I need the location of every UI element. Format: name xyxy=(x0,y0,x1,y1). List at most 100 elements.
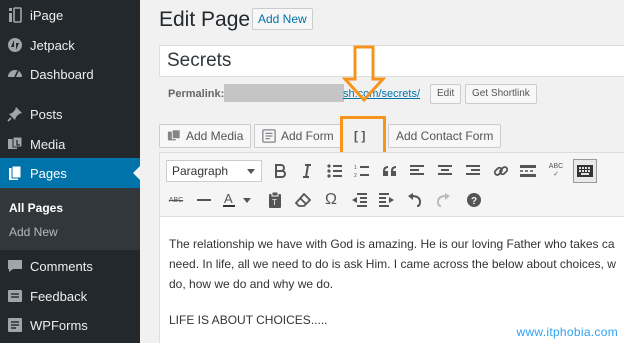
align-right-button[interactable] xyxy=(461,159,485,183)
sidebar-item-label: Jetpack xyxy=(30,37,75,53)
decrease-indent-button[interactable] xyxy=(347,188,371,212)
ipage-icon xyxy=(6,6,24,24)
horizontal-line-button[interactable] xyxy=(192,188,216,212)
omega-icon: Ω xyxy=(325,191,337,208)
undo-button[interactable] xyxy=(403,188,427,212)
pages-submenu: All Pages Add New xyxy=(0,188,140,250)
indent-icon xyxy=(379,193,394,207)
add-new-button[interactable]: Add New xyxy=(252,8,313,30)
read-more-button[interactable] xyxy=(516,159,540,183)
strikethrough-icon: ABC xyxy=(168,196,184,204)
align-left-button[interactable] xyxy=(405,159,429,183)
align-center-icon xyxy=(438,165,452,175)
sidebar-item-pages[interactable]: Pages xyxy=(0,158,140,188)
keyboard-icon xyxy=(577,165,593,177)
content-editor: Paragraph 12 ABC ✓ ABC A T Ω ? The relat… xyxy=(159,152,624,343)
align-left-icon xyxy=(410,165,424,175)
add-media-button[interactable]: Add Media xyxy=(159,124,252,148)
media-icon xyxy=(167,129,181,143)
permalink-label: Permalink: xyxy=(168,88,225,100)
sidebar-item-media[interactable]: Media xyxy=(0,129,140,159)
spellcheck-icon: ABC ✓ xyxy=(548,163,564,178)
text-color-button[interactable]: A xyxy=(220,188,254,212)
add-contact-form-label: Add Contact Form xyxy=(396,129,494,143)
editor-toolbar: Paragraph 12 ABC ✓ ABC A T Ω ? xyxy=(160,153,624,217)
get-shortlink-button[interactable]: Get Shortlink xyxy=(465,84,537,104)
italic-button[interactable] xyxy=(295,159,319,183)
text-color-icon: A xyxy=(223,192,251,207)
insert-link-button[interactable] xyxy=(489,159,513,183)
sidebar-item-label: Pages xyxy=(30,165,67,181)
add-contact-form-button[interactable]: Add Contact Form xyxy=(388,124,502,148)
clipboard-icon: T xyxy=(269,192,281,208)
sidebar-item-label: iPage xyxy=(30,7,64,23)
special-character-button[interactable]: Ω xyxy=(319,188,343,212)
strikethrough-button[interactable]: ABC xyxy=(164,188,188,212)
sidebar-item-label: Media xyxy=(30,136,66,152)
spellcheck-button[interactable]: ABC ✓ xyxy=(544,159,568,183)
svg-text:?: ? xyxy=(471,196,477,207)
redo-button[interactable] xyxy=(431,188,455,212)
shortcode-button[interactable]: [ ] xyxy=(354,129,365,143)
sidebar-item-label: Dashboard xyxy=(30,66,94,82)
eraser-icon xyxy=(295,193,311,207)
sidebar-item-jetpack[interactable]: Jetpack xyxy=(0,30,140,60)
sidebar-item-label: Comments xyxy=(30,258,93,274)
feedback-icon xyxy=(6,287,24,305)
sidebar-item-feedback[interactable]: Feedback xyxy=(0,281,140,311)
bulleted-list-button[interactable] xyxy=(323,159,347,183)
link-icon xyxy=(493,166,509,176)
toolbar-toggle-button[interactable] xyxy=(573,159,597,183)
outdent-icon xyxy=(352,193,367,207)
wpforms-icon xyxy=(6,316,24,334)
svg-text:1: 1 xyxy=(354,165,357,171)
paste-as-text-button[interactable]: T xyxy=(263,188,287,212)
italic-icon xyxy=(303,164,311,178)
svg-text:A: A xyxy=(224,192,233,206)
clear-formatting-button[interactable] xyxy=(291,188,315,212)
add-form-label: Add Form xyxy=(281,129,334,143)
sidebar-item-label: WPForms xyxy=(30,317,88,333)
numbered-list-icon: 12 xyxy=(354,165,369,178)
align-right-icon xyxy=(466,165,480,175)
horizontal-line-icon xyxy=(197,199,211,201)
quote-icon xyxy=(383,166,396,176)
sidebar-item-wpforms[interactable]: WPForms xyxy=(0,310,140,340)
post-title-input[interactable]: Secrets xyxy=(159,45,624,77)
content-line: The relationship we have with God is ama… xyxy=(169,237,615,251)
submenu-item-all-pages[interactable]: All Pages xyxy=(9,201,63,215)
sidebar-item-comments[interactable]: Comments xyxy=(0,251,140,281)
post-title-text: Secrets xyxy=(167,50,232,71)
form-icon xyxy=(262,129,276,143)
sidebar-item-ipage[interactable]: iPage xyxy=(0,0,140,30)
align-center-button[interactable] xyxy=(433,159,457,183)
sidebar-item-dashboard[interactable]: Dashboard xyxy=(0,59,140,89)
bold-icon xyxy=(275,164,286,178)
pages-icon xyxy=(6,164,24,182)
jetpack-icon xyxy=(6,36,24,54)
format-select-value: Paragraph xyxy=(172,164,229,178)
media-icon xyxy=(6,135,24,153)
sidebar-item-posts[interactable]: Posts xyxy=(0,99,140,129)
numbered-list-button[interactable]: 12 xyxy=(350,159,374,183)
submenu-item-add-new[interactable]: Add New xyxy=(9,225,58,239)
watermark-text: www.itphobia.com xyxy=(516,325,618,339)
permalink-edit-button[interactable]: Edit xyxy=(430,84,462,104)
read-more-icon xyxy=(520,165,536,177)
svg-text:T: T xyxy=(272,198,277,207)
add-media-label: Add Media xyxy=(186,129,244,143)
sidebar-item-label: Posts xyxy=(30,106,63,122)
add-form-button[interactable]: Add Form xyxy=(254,124,342,148)
dashboard-icon xyxy=(6,65,24,83)
keyboard-shortcuts-button[interactable]: ? xyxy=(462,188,486,212)
annotation-arrow-icon xyxy=(341,45,387,108)
chevron-down-icon xyxy=(247,169,255,174)
spellcheck-label: ABC xyxy=(548,163,564,170)
permalink-redacted-domain xyxy=(224,84,344,102)
page-title: Edit Page xyxy=(159,8,251,31)
format-select[interactable]: Paragraph xyxy=(166,160,262,182)
blockquote-button[interactable] xyxy=(378,159,402,183)
admin-sidebar: iPage Jetpack Dashboard Posts Media Page… xyxy=(0,0,140,343)
increase-indent-button[interactable] xyxy=(375,188,399,212)
bold-button[interactable] xyxy=(268,159,292,183)
